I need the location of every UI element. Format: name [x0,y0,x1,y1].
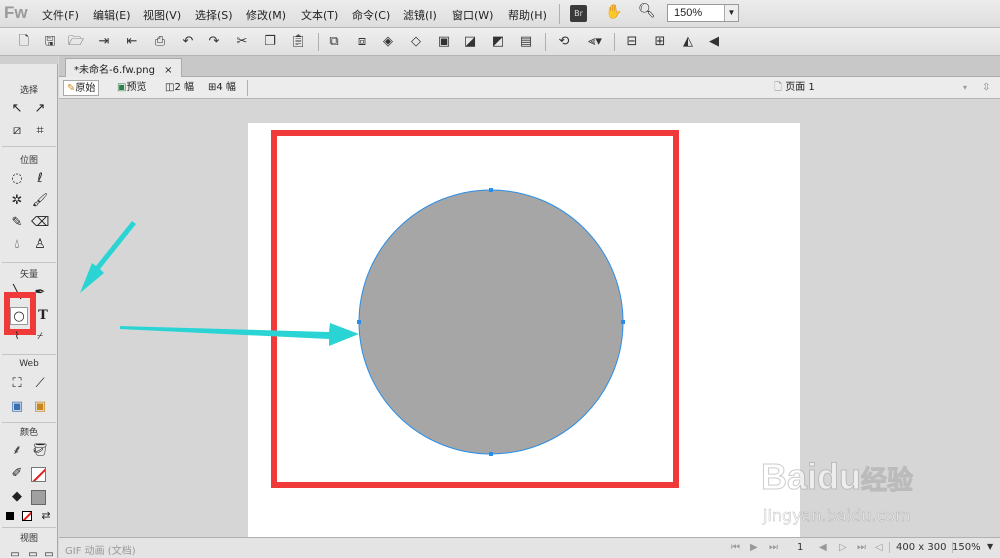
first-frame-icon[interactable]: ⏮ [731,542,740,553]
status-zoom[interactable]: 150% [952,542,981,553]
align-icon[interactable]: ⫷▾ [584,34,606,50]
rotate-icon[interactable]: ⟲ [556,34,572,50]
stroke-color-swatch[interactable] [31,467,46,482]
section-colors-title: 颜色 [19,428,38,438]
swap-colors-icon[interactable]: ⇄ [37,507,55,525]
fill-color-swatch[interactable] [31,490,46,505]
page-icon: 🗋 [774,82,783,93]
menu-text[interactable]: 文本(T) [301,7,338,23]
menu-help[interactable]: 帮助(H) [508,7,547,23]
fill-color-bucket-icon[interactable]: ◆ [8,488,26,506]
default-colors-icon[interactable] [6,512,14,520]
hide-slices-icon[interactable]: ▣ [8,398,26,416]
selection-handle-top [489,188,493,192]
selection-handle-right [621,320,625,324]
selection-handle-bottom [489,452,493,456]
zoom-icon[interactable]: 🔍︎ [638,3,656,19]
flip-vertical-icon[interactable]: ⊞ [652,34,668,50]
skew-icon[interactable]: ◭ [680,34,696,50]
zoom-value: 150% [674,7,703,19]
redo-icon[interactable]: ↷ [206,34,222,50]
standard-screen-icon[interactable]: ▭ [6,546,24,558]
chevron-down-icon[interactable]: ▼ [987,542,993,551]
menu-modify[interactable]: 修改(M) [246,7,286,23]
no-stroke-icon[interactable] [22,511,32,521]
last-frame-alt-icon[interactable]: ⏭ [857,542,866,553]
slice-tool-icon[interactable]: ⟋ [31,375,49,393]
canvas-area[interactable]: Baidu经验 jingyan.baidu.com [59,99,1000,537]
full-screen-icon[interactable]: ▭ [40,546,58,558]
annotation-arrow-diagonal [80,221,136,293]
view-4up-button[interactable]: ⊞4 幅 [205,80,239,96]
document-tabs: *未命名-6.fw.png × [59,56,1000,77]
selection-handle-left [357,320,361,324]
join-icon[interactable]: ◈ [380,34,396,50]
frame-number: 1 [797,542,804,553]
menu-commands[interactable]: 命令(C) [352,7,390,23]
last-frame-icon[interactable]: ⏭ [769,542,778,553]
watermark-brand: Baidu [760,456,862,498]
ungroup-icon[interactable]: ⧈ [354,34,370,50]
hotspot-tool-icon[interactable]: ⛶ [8,375,26,393]
prev-frame-icon[interactable]: ◀ [819,542,827,553]
send-backward-icon[interactable]: ◩ [490,34,506,50]
frame-options-icon[interactable]: ◁ [875,542,883,553]
next-frame-icon[interactable]: ▷ [839,542,847,553]
group-icon[interactable]: ⧉ [326,34,342,50]
section-view-title: 视图 [19,534,38,544]
copy-icon[interactable]: ❐ [262,34,278,50]
bridge-button[interactable]: Br [570,5,587,22]
zoom-select[interactable]: 150% ▼ [667,4,739,22]
view-bar: ✎原始 ▣预览 ◫2 幅 ⊞4 幅 🗋 页面 1 ▾ ⇳ [59,77,1000,99]
stroke-color-pencil-icon[interactable]: ✐ [8,465,26,483]
paint-bucket-icon[interactable]: 🪣︎ [31,442,49,460]
ellipse-shape [358,189,624,455]
hand-icon[interactable]: ✋ [605,4,622,20]
menu-select[interactable]: 选择(S) [195,7,233,23]
watermark-url: jingyan.baidu.com [763,506,911,526]
menu-window[interactable]: 窗口(W) [452,7,493,23]
status-bar: GIF 动画 (文档) ⏮ ▶ ⏭ 1 ◀ ▷ ⏭ ◁ 400 x 300 15… [59,537,1000,558]
bring-front-icon[interactable]: ▣ [436,34,452,50]
eyedropper-tool-icon[interactable]: ⸙ [8,442,26,460]
section-web-title: Web [19,359,39,369]
chevron-down-icon[interactable]: ▼ [724,5,738,21]
baidu-watermark: Baidu经验 jingyan.baidu.com [760,444,991,536]
play-icon[interactable]: ▶ [750,542,758,553]
paste-icon[interactable]: 📋︎ [290,34,307,50]
page-scroll-icon[interactable]: ⇳ [979,80,993,96]
send-back-icon[interactable]: ▤ [518,34,534,50]
show-slices-icon[interactable]: ▣ [31,398,49,416]
watermark-brand-cn: 经验 [861,465,914,496]
flip-horizontal-icon[interactable]: ⊟ [624,34,640,50]
chevron-down-icon[interactable]: ▾ [963,80,967,96]
page-select[interactable]: 🗋 页面 1 ▾ [771,80,971,96]
menu-filters[interactable]: 滤镜(I) [403,7,437,23]
split-icon[interactable]: ◇ [408,34,424,50]
bring-forward-icon[interactable]: ◪ [462,34,478,50]
cut-icon[interactable]: ✂ [234,34,250,50]
distort-icon[interactable]: ◀ [706,34,722,50]
document-format: GIF 动画 (文档) [65,546,136,557]
document-size[interactable]: 400 x 300 [889,542,954,553]
